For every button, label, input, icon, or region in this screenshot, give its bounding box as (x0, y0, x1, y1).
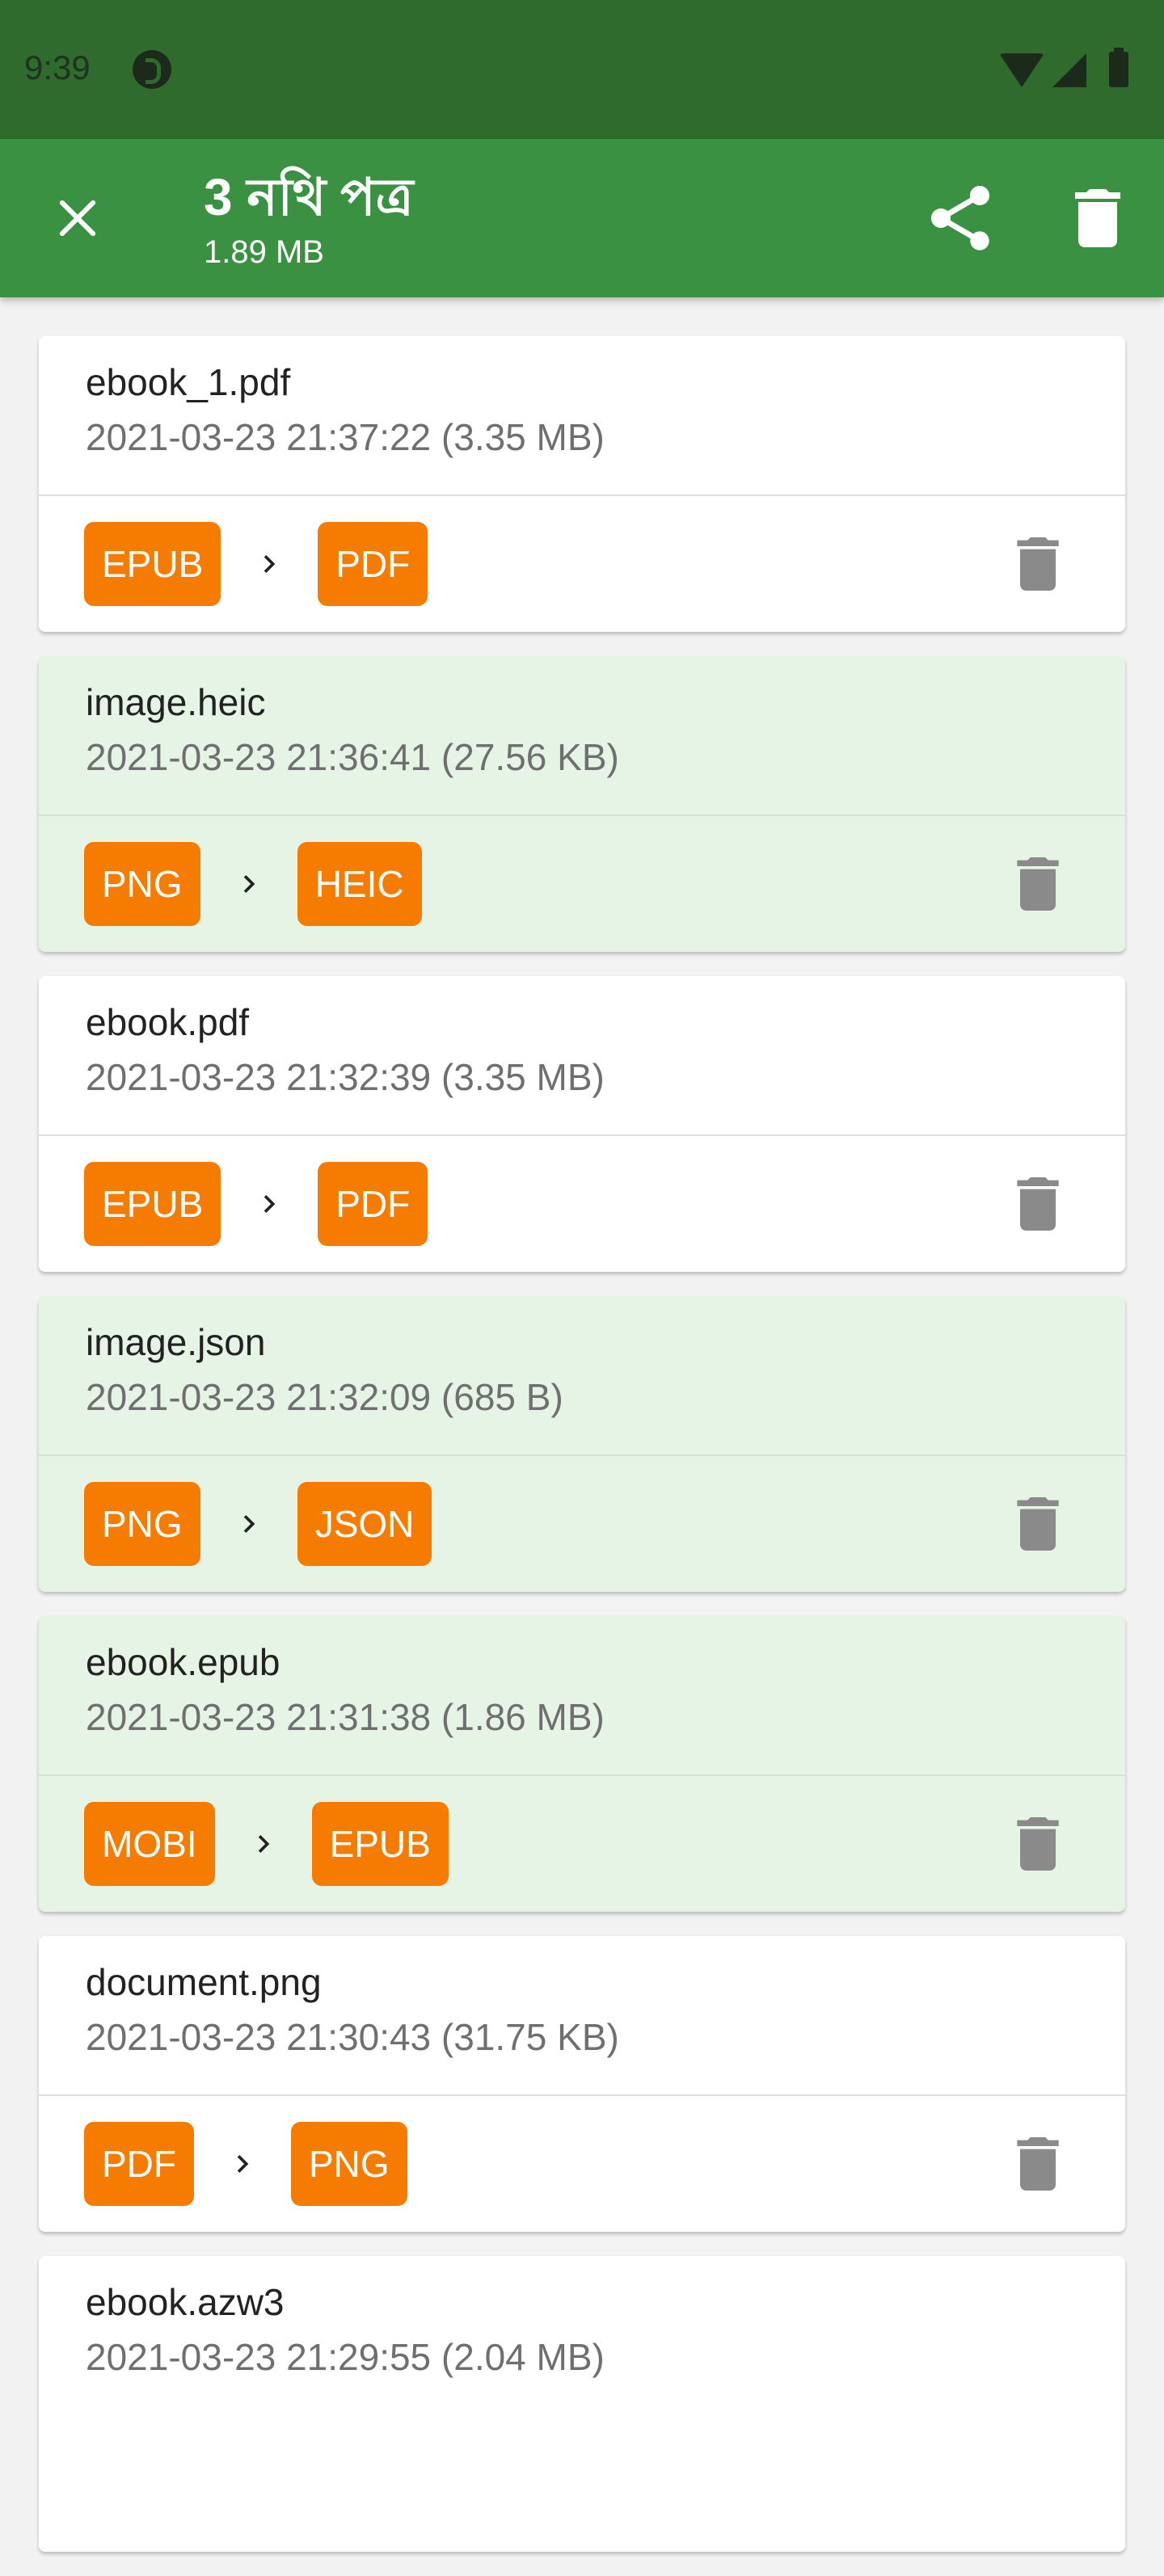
chevron-right-icon (200, 842, 297, 926)
divider (39, 2094, 1125, 2096)
list-item[interactable]: image.heic 2021-03-23 21:36:41 (27.56 KB… (39, 656, 1125, 952)
target-format-chip: PNG (291, 2122, 407, 2206)
trash-icon[interactable] (1002, 1808, 1073, 1879)
source-format-chip: PNG (84, 1482, 200, 1566)
conversion-row: PDF PNG (84, 2122, 407, 2206)
list-item[interactable]: ebook.epub 2021-03-23 21:31:38 (1.86 MB)… (39, 1616, 1125, 1912)
delete-icon[interactable] (1059, 179, 1137, 257)
file-name: ebook.pdf (86, 1001, 250, 1043)
divider (39, 495, 1125, 496)
source-format-chip: EPUB (84, 1162, 221, 1246)
trash-icon[interactable] (1002, 1488, 1073, 1559)
source-format-chip: PDF (84, 2122, 194, 2206)
trash-icon[interactable] (1002, 528, 1073, 600)
wifi-icon (999, 53, 1044, 87)
conversion-row: EPUB PDF (84, 1162, 428, 1246)
signal-icon (1052, 53, 1086, 87)
conversion-row: PNG HEIC (84, 842, 422, 926)
status-bar: 9:39 (0, 0, 1164, 139)
target-format-chip: JSON (297, 1482, 432, 1566)
chevron-right-icon (200, 1482, 297, 1566)
divider (39, 1134, 1125, 1136)
conversion-row: EPUB PDF (84, 522, 428, 606)
divider (39, 1454, 1125, 1456)
divider (39, 814, 1125, 816)
file-meta: 2021-03-23 21:36:41 (27.56 KB) (86, 736, 619, 778)
status-icons (999, 48, 1145, 89)
total-size: 1.89 MB (204, 234, 324, 270)
target-format-chip: PDF (318, 522, 428, 606)
target-format-chip: PDF (318, 1162, 428, 1246)
trash-icon[interactable] (1002, 1168, 1073, 1240)
chevron-right-icon (221, 522, 318, 606)
target-format-chip: HEIC (297, 842, 422, 926)
conversion-list: ebook_1.pdf 2021-03-23 21:37:22 (3.35 MB… (39, 336, 1125, 2576)
conversion-row: MOBI EPUB (84, 1802, 449, 1886)
file-name: ebook.epub (86, 1641, 280, 1683)
chevron-right-icon (221, 1162, 318, 1246)
page-title: 3 নথি পত্র (204, 168, 414, 226)
target-format-chip: EPUB (311, 1802, 449, 1886)
chevron-right-icon (215, 1802, 312, 1886)
file-meta: 2021-03-23 21:29:55 (2.04 MB) (86, 2336, 605, 2378)
trash-icon[interactable] (1002, 2128, 1073, 2199)
file-name: image.heic (86, 681, 266, 723)
battery-icon (1109, 48, 1128, 87)
file-name: image.json (86, 1321, 266, 1363)
source-format-chip: EPUB (84, 522, 221, 606)
list-item[interactable]: document.png 2021-03-23 21:30:43 (31.75 … (39, 1936, 1125, 2232)
file-name: ebook_1.pdf (86, 361, 291, 403)
source-format-chip: MOBI (84, 1802, 215, 1886)
conversion-row: PNG JSON (84, 1482, 432, 1566)
file-meta: 2021-03-23 21:32:39 (3.35 MB) (86, 1056, 605, 1098)
file-name: document.png (86, 1961, 322, 2003)
file-meta: 2021-03-23 21:31:38 (1.86 MB) (86, 1696, 605, 1738)
file-meta: 2021-03-23 21:32:09 (685 B) (86, 1376, 563, 1418)
divider (39, 1774, 1125, 1776)
list-item[interactable]: ebook_1.pdf 2021-03-23 21:37:22 (3.35 MB… (39, 336, 1125, 632)
source-format-chip: PNG (84, 842, 200, 926)
file-name: ebook.azw3 (86, 2281, 285, 2323)
list-item[interactable]: ebook.azw3 2021-03-23 21:29:55 (2.04 MB) (39, 2256, 1125, 2552)
trash-icon[interactable] (1002, 848, 1073, 920)
app-bar: 3 নথি পত্র 1.89 MB (0, 139, 1164, 297)
close-icon[interactable] (39, 179, 116, 257)
share-icon[interactable] (922, 179, 999, 257)
status-time: 9:39 (24, 48, 91, 86)
app-notification-icon (133, 50, 171, 89)
list-item[interactable]: ebook.pdf 2021-03-23 21:32:39 (3.35 MB) … (39, 976, 1125, 1272)
file-meta: 2021-03-23 21:37:22 (3.35 MB) (86, 416, 605, 458)
list-item[interactable]: image.json 2021-03-23 21:32:09 (685 B) P… (39, 1296, 1125, 1592)
file-meta: 2021-03-23 21:30:43 (31.75 KB) (86, 2016, 619, 2058)
chevron-right-icon (194, 2122, 291, 2206)
